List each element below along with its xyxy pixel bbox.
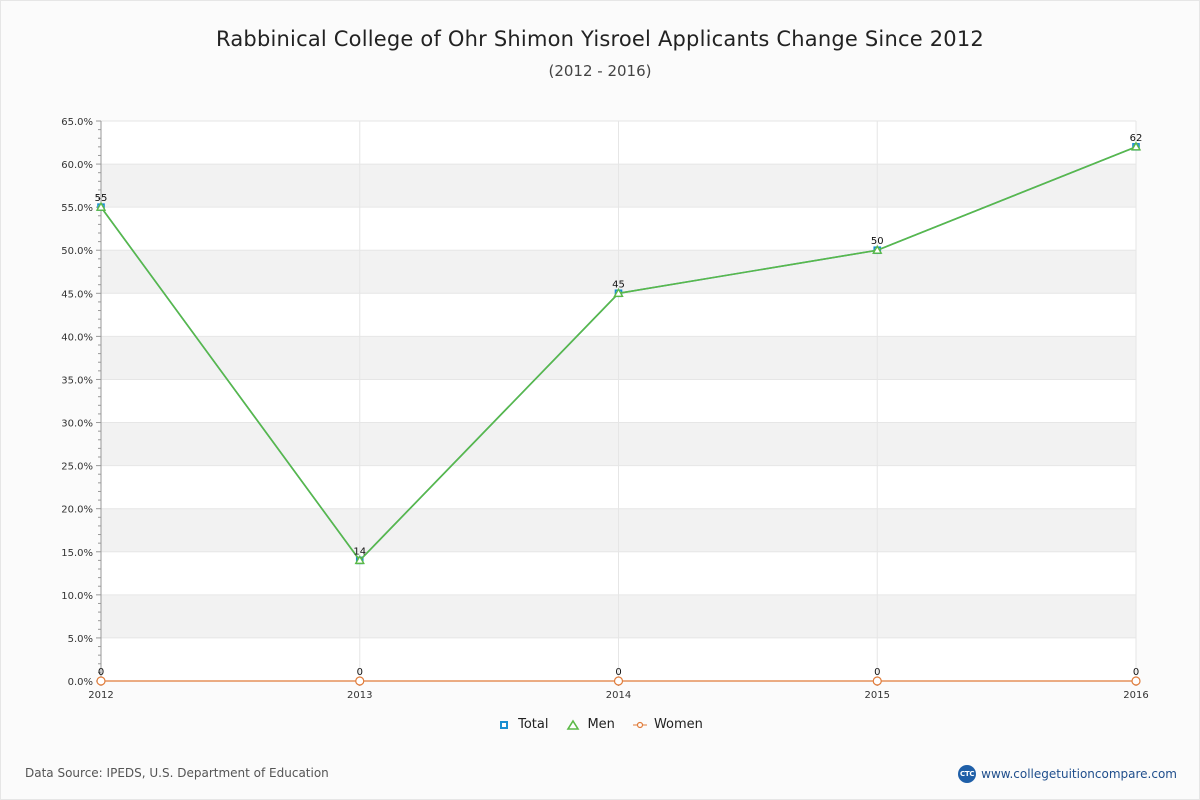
x-tick-label: 2013 xyxy=(347,690,372,701)
data-label-total: 45 xyxy=(612,279,625,290)
x-tick-label: 2012 xyxy=(88,690,113,701)
data-label-total: 14 xyxy=(353,546,366,557)
y-tick-label: 65.0% xyxy=(61,117,93,128)
line-chart: 0.0% 5.0% 10.0% 15.0% 20.0% 25.0% 30.0% 35.0% 40… xyxy=(61,117,1149,701)
legend-item-men[interactable]: Men xyxy=(566,717,615,732)
legend-item-total[interactable]: Total xyxy=(497,717,548,732)
square-marker-icon xyxy=(500,720,509,729)
x-tick-label: 2016 xyxy=(1123,690,1148,701)
data-label-total: 50 xyxy=(871,236,884,247)
y-tick-label: 35.0% xyxy=(61,375,93,386)
y-tick-label: 25.0% xyxy=(61,462,93,473)
y-tick-label: 10.0% xyxy=(61,591,93,602)
y-tick-label: 60.0% xyxy=(61,160,93,171)
data-point-women xyxy=(613,676,624,686)
triangle-marker-icon xyxy=(567,718,580,730)
data-point-women xyxy=(96,676,106,686)
brand-link[interactable]: CTC www.collegetuitioncompare.com xyxy=(958,765,1177,783)
chart-frame: Rabbinical College of Ohr Shimon Yisroel… xyxy=(0,0,1200,800)
brand-url: www.collegetuitioncompare.com xyxy=(981,767,1177,781)
data-point-women xyxy=(872,676,882,686)
data-label-women: 0 xyxy=(357,667,363,678)
data-label-women: 0 xyxy=(98,667,104,678)
y-tick-label: 40.0% xyxy=(61,332,93,343)
legend: Total Men Women xyxy=(1,717,1199,732)
legend-label-men: Men xyxy=(587,717,615,732)
y-tick-label: 5.0% xyxy=(68,634,93,645)
x-tick-label: 2015 xyxy=(865,690,890,701)
y-tick-label: 55.0% xyxy=(61,203,93,214)
legend-label-women: Women xyxy=(653,717,703,732)
y-tick-label: 0.0% xyxy=(68,677,93,688)
data-point-women xyxy=(355,676,365,686)
data-point-women xyxy=(1131,676,1141,686)
legend-label-total: Total xyxy=(518,717,549,732)
ctc-logo-icon: CTC xyxy=(958,765,977,783)
x-tick-label: 2014 xyxy=(606,690,631,701)
y-tick-label: 15.0% xyxy=(61,548,93,559)
data-label-total: 62 xyxy=(1130,133,1143,144)
circle-marker-icon xyxy=(632,721,647,728)
data-label-total: 55 xyxy=(95,193,108,204)
data-source: Data Source: IPEDS, U.S. Department of E… xyxy=(25,766,329,780)
data-label-women: 0 xyxy=(615,667,621,678)
y-tick-label: 20.0% xyxy=(61,505,93,516)
data-label-women: 0 xyxy=(1133,667,1139,678)
y-tick-label: 50.0% xyxy=(61,246,93,257)
y-tick-label: 30.0% xyxy=(61,419,93,430)
y-tick-label: 45.0% xyxy=(61,289,93,300)
data-label-women: 0 xyxy=(874,667,880,678)
legend-item-women[interactable]: Women xyxy=(632,717,703,732)
